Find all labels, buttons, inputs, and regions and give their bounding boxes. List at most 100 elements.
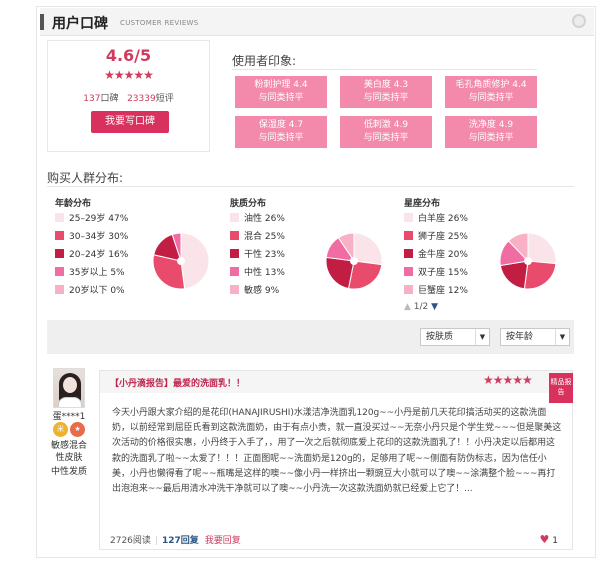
view-count: 2726阅读 (110, 536, 151, 546)
avatar[interactable] (53, 368, 85, 408)
legend-swatch (230, 267, 239, 276)
legend-swatch (55, 267, 64, 276)
legend-label: 35岁以上 (69, 268, 108, 278)
short-count[interactable]: 23339 (127, 94, 156, 104)
reviews-count[interactable]: 137 (83, 94, 100, 104)
next-page-icon[interactable]: ▼ (431, 302, 438, 312)
legend-pct: 16% (108, 250, 129, 260)
tag-compare: 与同类持平 (363, 133, 409, 143)
legend-label: 中性 (244, 268, 263, 278)
legend-item: 20岁以下 0% (55, 285, 125, 297)
legend-swatch (404, 267, 413, 276)
reply-count-link[interactable]: 127回复 (162, 536, 199, 546)
tag-rating: 粉刺护理 4.4 (254, 80, 308, 90)
review-counts: 137口碑 23339短评 (48, 91, 209, 104)
skin-filter-select[interactable]: 按肤质 ▼ (420, 328, 490, 346)
legend-label: 巨蟹座 (418, 286, 446, 296)
legend-item: 双子座 15% (404, 267, 468, 279)
legend-label: 双子座 (418, 268, 446, 278)
legend-pct: 25% (264, 232, 285, 242)
avatar-face (63, 377, 77, 393)
legend-item: 干性 23% (230, 249, 285, 261)
legend-item: 油性 26% (230, 213, 285, 225)
legend-pct: 13% (264, 268, 285, 278)
zodiac-pager: ▲ 1/2 ▼ (404, 302, 438, 312)
age-title: 年龄分布 (55, 199, 92, 209)
pie-center (177, 257, 185, 265)
legend-label: 25–29岁 (69, 214, 106, 224)
legend-swatch (230, 285, 239, 294)
score-summary: 4.6/5 ★★★★★ 137口碑 23339短评 我要写口碑 (47, 40, 210, 152)
legend-pct: 12% (447, 286, 468, 296)
reply-button[interactable]: 我要回复 (205, 536, 241, 546)
skin-title: 肤质分布 (230, 199, 267, 209)
legend-item: 巨蟹座 12% (404, 285, 468, 297)
legend-swatch (55, 285, 64, 294)
impression-tag[interactable]: 洗净度 4.9 与同类持平 (445, 116, 537, 148)
legend-item: 30–34岁 30% (55, 231, 128, 243)
legend-swatch (404, 213, 413, 222)
featured-report-badge: 精品报告 (549, 373, 573, 403)
settings-icon[interactable] (572, 14, 586, 28)
legend-pct: 47% (108, 214, 129, 224)
distribution-title: 购买人群分布: (47, 171, 124, 185)
select-value: 按肤质 (426, 332, 454, 342)
section-header: 用户口碑 CUSTOMER REVIEWS (40, 8, 594, 36)
legend-swatch (404, 231, 413, 240)
tag-compare: 与同类持平 (258, 93, 304, 103)
review-stars: ★★★★★ (483, 373, 533, 387)
legend-label: 白羊座 (418, 214, 446, 224)
avatar-body (58, 397, 82, 407)
legend-pct: 9% (264, 286, 280, 296)
impression-tag[interactable]: 粉刺护理 4.4 与同类持平 (235, 76, 327, 108)
chevron-down-icon: ▼ (475, 329, 489, 345)
age-filter-select[interactable]: 按年龄 ▼ (500, 328, 570, 346)
section-subtitle: CUSTOMER REVIEWS (120, 19, 199, 27)
impression-tag[interactable]: 毛孔角质修护 4.4 与同类持平 (445, 76, 537, 108)
tag-compare: 与同类持平 (363, 93, 409, 103)
impression-tag[interactable]: 保湿度 4.7 与同类持平 (235, 116, 327, 148)
pie-center (524, 257, 532, 265)
impression-tag[interactable]: 低刺激 4.9 与同类持平 (340, 116, 432, 148)
impressions-title: 使用者印象: (232, 54, 297, 68)
legend-pct: 23% (264, 250, 285, 260)
legend-swatch (55, 231, 64, 240)
legend-swatch (55, 249, 64, 258)
legend-item: 25–29岁 47% (55, 213, 128, 225)
tag-rating: 保湿度 4.7 (258, 120, 304, 130)
skin-pie-chart (325, 232, 383, 290)
legend-label: 油性 (244, 214, 263, 224)
legend-pct: 26% (447, 214, 468, 224)
prev-page-icon[interactable]: ▲ (404, 302, 411, 312)
tag-rating: 毛孔角质修护 4.4 (455, 80, 527, 90)
legend-item: 中性 13% (230, 267, 285, 279)
review-title[interactable]: 【小丹滴报告】最爱的洗面乳！！ (110, 376, 245, 389)
legend-swatch (404, 285, 413, 294)
impression-tag[interactable]: 美白度 4.3 与同类持平 (340, 76, 432, 108)
legend-pct: 26% (264, 214, 285, 224)
like-button[interactable]: ♥ 1 (540, 533, 558, 546)
tag-rating: 洗净度 4.9 (468, 120, 514, 130)
legend-swatch (55, 213, 64, 222)
divider (47, 186, 574, 187)
write-review-button[interactable]: 我要写口碑 (91, 111, 169, 133)
short-label: 短评 (155, 94, 174, 104)
pie-slice (325, 256, 355, 290)
tag-rating: 低刺激 4.9 (363, 120, 409, 130)
pie-slice (353, 232, 383, 266)
reviews-label: 口碑 (100, 94, 119, 104)
zodiac-pie-chart (499, 232, 557, 290)
score-stars: ★★★★★ (104, 68, 154, 82)
reviewer-name[interactable]: 蛋****1 (47, 409, 91, 422)
section-title: 用户口碑 (52, 16, 108, 32)
legend-pct: 15% (447, 268, 468, 278)
legend-item: 狮子座 25% (404, 231, 468, 243)
legend-label: 30–34岁 (69, 232, 106, 242)
legend-item: 金牛座 20% (404, 249, 468, 261)
legend-swatch (230, 231, 239, 240)
tag-compare: 与同类持平 (468, 133, 514, 143)
legend-pct: 25% (447, 232, 468, 242)
review-header: 【小丹滴报告】最爱的洗面乳！！ ★★★★★ (100, 371, 572, 393)
tag-rating: 美白度 4.3 (363, 80, 409, 90)
legend-item: 白羊座 26% (404, 213, 468, 225)
